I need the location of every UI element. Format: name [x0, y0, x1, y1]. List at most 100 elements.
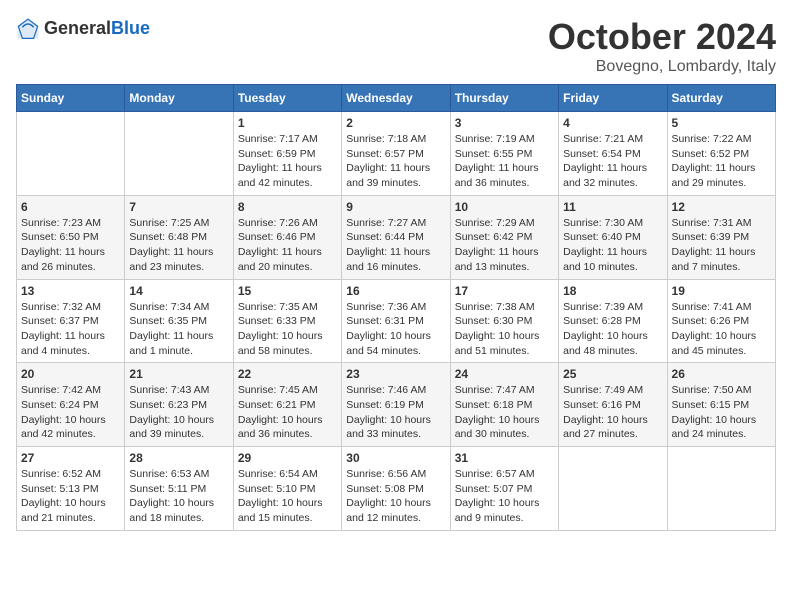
day-info: Sunrise: 7:38 AM Sunset: 6:30 PM Dayligh…: [455, 300, 554, 359]
calendar-cell: 14Sunrise: 7:34 AM Sunset: 6:35 PM Dayli…: [125, 279, 233, 363]
day-number: 10: [455, 200, 554, 214]
calendar-cell: 8Sunrise: 7:26 AM Sunset: 6:46 PM Daylig…: [233, 195, 341, 279]
day-number: 30: [346, 451, 445, 465]
calendar-cell: 5Sunrise: 7:22 AM Sunset: 6:52 PM Daylig…: [667, 112, 775, 196]
calendar-cell: 25Sunrise: 7:49 AM Sunset: 6:16 PM Dayli…: [559, 363, 667, 447]
calendar-cell: 31 Sunrise: 6:57 AM Sunset: 5:07 PM Dayli…: [450, 447, 558, 531]
day-number: 22: [238, 367, 337, 381]
day-info: Sunrise: 7:19 AM Sunset: 6:55 PM Dayligh…: [455, 132, 554, 191]
weekday-header-friday: Friday: [559, 85, 667, 112]
calendar-cell: 24 Sunrise: 7:47 AM Sunset: 6:18 PM Dayli…: [450, 363, 558, 447]
day-number: 18: [563, 284, 662, 298]
weekday-header-row: SundayMondayTuesdayWednesdayThursdayFrid…: [17, 85, 776, 112]
day-number: 29: [238, 451, 337, 465]
day-info: Sunrise: 7:21 AM Sunset: 6:54 PM Dayligh…: [563, 132, 662, 191]
day-info: Sunrise: 7:47 AM Sunset: 6:18 PM Dayligh…: [455, 383, 554, 442]
day-info: Sunrise: 7:39 AM Sunset: 6:28 PM Dayligh…: [563, 300, 662, 359]
weekday-header-wednesday: Wednesday: [342, 85, 450, 112]
day-number: 20: [21, 367, 120, 381]
day-info: Sunrise: 7:35 AM Sunset: 6:33 PM Dayligh…: [238, 300, 337, 359]
day-number: 7: [129, 200, 228, 214]
calendar-week-row: 1Sunrise: 7:17 AM Sunset: 6:59 PM Daylig…: [17, 112, 776, 196]
calendar-cell: [559, 447, 667, 531]
day-number: 12: [672, 200, 771, 214]
day-number: 24: [455, 367, 554, 381]
day-number: 15: [238, 284, 337, 298]
calendar-cell: 21 Sunrise: 7:43 AM Sunset: 6:23 PM Dayli…: [125, 363, 233, 447]
location: Bovegno, Lombardy, Italy: [548, 58, 776, 76]
weekday-header-tuesday: Tuesday: [233, 85, 341, 112]
day-info: Sunrise: 6:57 AM Sunset: 5:07 PM Dayligh…: [455, 467, 554, 526]
day-info: Sunrise: 7:32 AM Sunset: 6:37 PM Dayligh…: [21, 300, 120, 359]
weekday-header-sunday: Sunday: [17, 85, 125, 112]
day-number: 11: [563, 200, 662, 214]
weekday-header-saturday: Saturday: [667, 85, 775, 112]
weekday-header-monday: Monday: [125, 85, 233, 112]
day-number: 2: [346, 116, 445, 130]
calendar-cell: 4 Sunrise: 7:21 AM Sunset: 6:54 PM Daylig…: [559, 112, 667, 196]
calendar-cell: [667, 447, 775, 531]
day-number: 16: [346, 284, 445, 298]
calendar-cell: 1Sunrise: 7:17 AM Sunset: 6:59 PM Daylig…: [233, 112, 341, 196]
weekday-header-thursday: Thursday: [450, 85, 558, 112]
calendar-cell: 22 Sunrise: 7:45 AM Sunset: 6:21 PM Dayli…: [233, 363, 341, 447]
day-number: 6: [21, 200, 120, 214]
day-number: 23: [346, 367, 445, 381]
day-info: Sunrise: 7:45 AM Sunset: 6:21 PM Dayligh…: [238, 383, 337, 442]
calendar-cell: 19 Sunrise: 7:41 AM Sunset: 6:26 PM Dayli…: [667, 279, 775, 363]
day-info: Sunrise: 7:36 AM Sunset: 6:31 PM Dayligh…: [346, 300, 445, 359]
day-number: 13: [21, 284, 120, 298]
calendar-table: SundayMondayTuesdayWednesdayThursdayFrid…: [16, 84, 776, 531]
day-number: 27: [21, 451, 120, 465]
calendar-cell: 29 Sunrise: 6:54 AM Sunset: 5:10 PM Dayli…: [233, 447, 341, 531]
day-info: Sunrise: 7:31 AM Sunset: 6:39 PM Dayligh…: [672, 216, 771, 275]
day-info: Sunrise: 7:29 AM Sunset: 6:42 PM Dayligh…: [455, 216, 554, 275]
day-number: 3: [455, 116, 554, 130]
month-title: October 2024: [548, 16, 776, 58]
calendar-week-row: 27 Sunrise: 6:52 AM Sunset: 5:13 PM Dayli…: [17, 447, 776, 531]
day-info: Sunrise: 6:52 AM Sunset: 5:13 PM Dayligh…: [21, 467, 120, 526]
day-info: Sunrise: 7:18 AM Sunset: 6:57 PM Dayligh…: [346, 132, 445, 191]
title-block: October 2024 Bovegno, Lombardy, Italy: [548, 16, 776, 76]
day-number: 4: [563, 116, 662, 130]
day-info: Sunrise: 7:27 AM Sunset: 6:44 PM Dayligh…: [346, 216, 445, 275]
page-header: GeneralBlue October 2024 Bovegno, Lombar…: [16, 16, 776, 76]
calendar-cell: 9Sunrise: 7:27 AM Sunset: 6:44 PM Daylig…: [342, 195, 450, 279]
day-info: Sunrise: 6:53 AM Sunset: 5:11 PM Dayligh…: [129, 467, 228, 526]
day-info: Sunrise: 6:54 AM Sunset: 5:10 PM Dayligh…: [238, 467, 337, 526]
logo-general: General: [44, 18, 111, 38]
calendar-cell: 6Sunrise: 7:23 AM Sunset: 6:50 PM Daylig…: [17, 195, 125, 279]
day-info: Sunrise: 6:56 AM Sunset: 5:08 PM Dayligh…: [346, 467, 445, 526]
day-number: 31: [455, 451, 554, 465]
logo-blue: Blue: [111, 18, 150, 38]
day-number: 8: [238, 200, 337, 214]
day-number: 28: [129, 451, 228, 465]
day-info: Sunrise: 7:50 AM Sunset: 6:15 PM Dayligh…: [672, 383, 771, 442]
calendar-cell: 23 Sunrise: 7:46 AM Sunset: 6:19 PM Dayli…: [342, 363, 450, 447]
day-number: 19: [672, 284, 771, 298]
day-number: 21: [129, 367, 228, 381]
calendar-cell: 7 Sunrise: 7:25 AM Sunset: 6:48 PM Daylig…: [125, 195, 233, 279]
day-info: Sunrise: 7:34 AM Sunset: 6:35 PM Dayligh…: [129, 300, 228, 359]
calendar-cell: 16 Sunrise: 7:36 AM Sunset: 6:31 PM Dayli…: [342, 279, 450, 363]
calendar-cell: 26Sunrise: 7:50 AM Sunset: 6:15 PM Dayli…: [667, 363, 775, 447]
day-info: Sunrise: 7:49 AM Sunset: 6:16 PM Dayligh…: [563, 383, 662, 442]
calendar-cell: 10 Sunrise: 7:29 AM Sunset: 6:42 PM Dayli…: [450, 195, 558, 279]
calendar-cell: 2 Sunrise: 7:18 AM Sunset: 6:57 PM Daylig…: [342, 112, 450, 196]
calendar-cell: 3 Sunrise: 7:19 AM Sunset: 6:55 PM Daylig…: [450, 112, 558, 196]
calendar-cell: 27 Sunrise: 6:52 AM Sunset: 5:13 PM Dayli…: [17, 447, 125, 531]
calendar-cell: 11 Sunrise: 7:30 AM Sunset: 6:40 PM Dayli…: [559, 195, 667, 279]
day-info: Sunrise: 7:46 AM Sunset: 6:19 PM Dayligh…: [346, 383, 445, 442]
day-info: Sunrise: 7:43 AM Sunset: 6:23 PM Dayligh…: [129, 383, 228, 442]
calendar-cell: 20 Sunrise: 7:42 AM Sunset: 6:24 PM Dayli…: [17, 363, 125, 447]
day-info: Sunrise: 7:25 AM Sunset: 6:48 PM Dayligh…: [129, 216, 228, 275]
day-info: Sunrise: 7:30 AM Sunset: 6:40 PM Dayligh…: [563, 216, 662, 275]
calendar-cell: [125, 112, 233, 196]
day-number: 17: [455, 284, 554, 298]
calendar-week-row: 13 Sunrise: 7:32 AM Sunset: 6:37 PM Dayli…: [17, 279, 776, 363]
calendar-cell: 28 Sunrise: 6:53 AM Sunset: 5:11 PM Dayli…: [125, 447, 233, 531]
day-info: Sunrise: 7:41 AM Sunset: 6:26 PM Dayligh…: [672, 300, 771, 359]
calendar-week-row: 6Sunrise: 7:23 AM Sunset: 6:50 PM Daylig…: [17, 195, 776, 279]
day-info: Sunrise: 7:42 AM Sunset: 6:24 PM Dayligh…: [21, 383, 120, 442]
calendar-cell: 17 Sunrise: 7:38 AM Sunset: 6:30 PM Dayli…: [450, 279, 558, 363]
